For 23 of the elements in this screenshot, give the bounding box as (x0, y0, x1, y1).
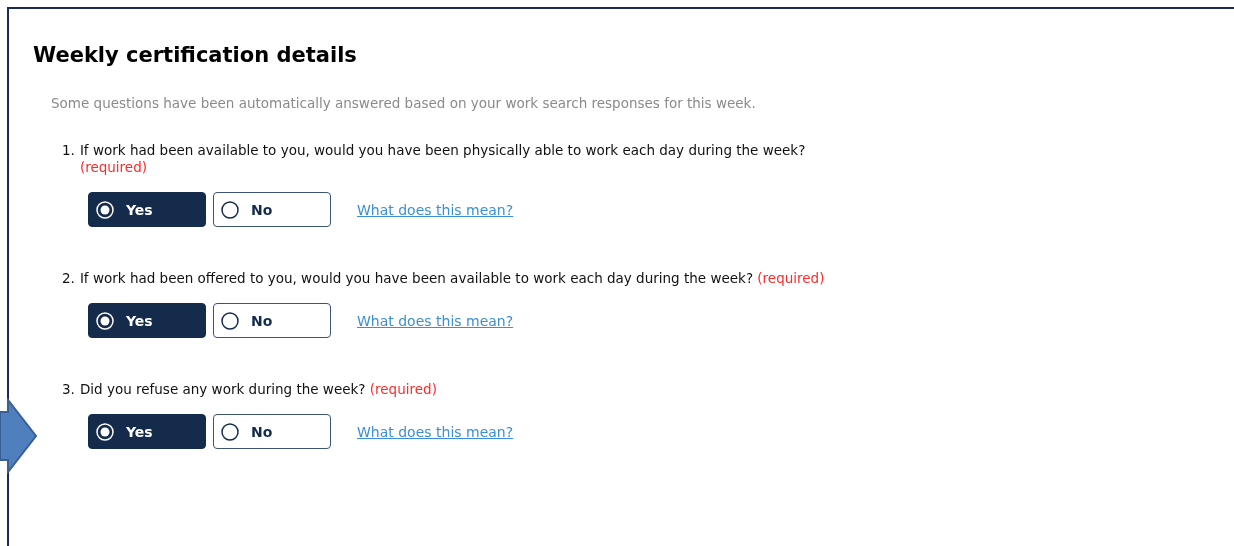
question-text: Did you refuse any work during the week? (required) (79, 381, 437, 398)
radio-icon (96, 311, 114, 330)
intro-text: Some questions have been automatically answered based on your work search responses for this week. (51, 95, 756, 111)
radio-icon (221, 200, 239, 219)
question-number: 3. (62, 381, 75, 398)
radio-option[interactable]: No (213, 192, 331, 227)
radio-icon (221, 422, 239, 441)
question-text: If work had been offered to you, would you have been available to work each day during the week? (required) (79, 270, 825, 287)
help-link[interactable]: What does this mean? (357, 201, 514, 218)
help-link[interactable]: What does this mean? (357, 312, 514, 329)
radio-icon (96, 200, 114, 219)
question-number: 2. (62, 270, 75, 287)
help-link[interactable]: What does this mean? (357, 423, 514, 440)
radio-icon (96, 422, 114, 441)
radio-option[interactable]: No (213, 414, 331, 449)
question-text: If work had been available to you, would you have been physically able to work each day during the week? (required) (79, 142, 807, 176)
radio-option[interactable]: Yes (88, 414, 206, 449)
question-number: 1. (62, 142, 75, 160)
radio-option[interactable]: No (213, 303, 331, 338)
radio-icon (221, 311, 239, 330)
radio-option[interactable]: Yes (88, 192, 206, 227)
page-title: Weekly certification details (33, 43, 357, 67)
radio-option[interactable]: Yes (88, 303, 206, 338)
